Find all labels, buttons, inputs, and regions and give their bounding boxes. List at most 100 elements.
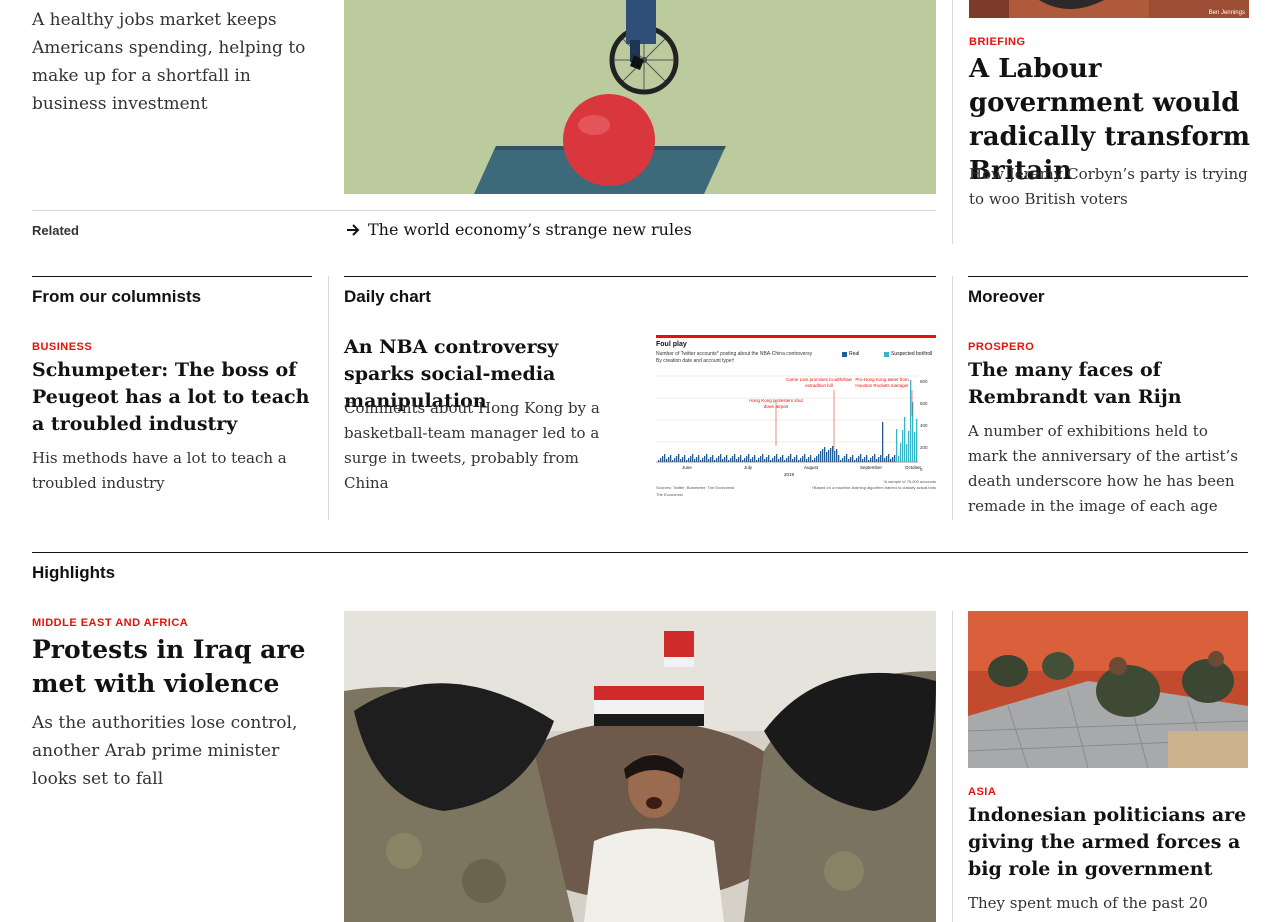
highlights-rule bbox=[32, 552, 1248, 553]
thumb-bar bbox=[754, 455, 756, 462]
thumb-bar bbox=[792, 459, 794, 462]
thumb-bar bbox=[764, 459, 766, 462]
thumb-bar bbox=[774, 456, 776, 462]
thumb-bar bbox=[900, 443, 902, 462]
y-tick: 400 bbox=[920, 423, 928, 428]
thumb-subtitle: Number of Twitter accounts* posting abou… bbox=[656, 351, 813, 357]
thumb-bar bbox=[852, 455, 854, 462]
thumb-bar bbox=[790, 454, 792, 462]
related-label: Related bbox=[32, 223, 79, 238]
thumb-bar bbox=[706, 454, 708, 462]
columnists-rule bbox=[32, 276, 312, 277]
columnists-rubric[interactable]: Business bbox=[32, 341, 92, 353]
thumb-bar bbox=[760, 456, 762, 462]
thumb-bar bbox=[708, 459, 710, 462]
related-link-text: The world economy’s strange new rules bbox=[368, 220, 692, 239]
thumb-bar bbox=[750, 459, 752, 462]
thumb-bar bbox=[872, 456, 874, 462]
highlights-left-headline[interactable]: Protests in Iraq are met with violence bbox=[32, 633, 312, 701]
thumb-bar bbox=[772, 458, 774, 462]
highlights-left-rubric[interactable]: Middle East and Africa bbox=[32, 617, 188, 629]
month-july: July bbox=[744, 465, 753, 470]
daily-chart-thumbnail[interactable]: Foul play Number of Twitter accounts* po… bbox=[656, 335, 936, 500]
thumb-bar bbox=[724, 457, 726, 462]
thumb-bar bbox=[686, 460, 688, 462]
thumb-bar bbox=[726, 455, 728, 462]
thumb-bar bbox=[830, 448, 832, 462]
thumb-bar bbox=[736, 459, 738, 462]
indonesia-illustration bbox=[968, 611, 1248, 768]
lead-article-image[interactable] bbox=[344, 0, 936, 194]
columnists-headline[interactable]: Schumpeter: The boss of Peugeot has a lo… bbox=[32, 357, 316, 438]
thumb-bar bbox=[728, 460, 730, 462]
thumb-bar bbox=[682, 457, 684, 462]
thumb-bar bbox=[794, 457, 796, 462]
thumb-bar bbox=[688, 458, 690, 462]
highlights-right-description[interactable]: They spent much of the past 20 years ada… bbox=[968, 891, 1248, 922]
daily-chart-rule bbox=[344, 276, 936, 277]
thumb-bar bbox=[658, 460, 660, 462]
highlights-section-title[interactable]: Highlights bbox=[32, 563, 115, 583]
thumb-bar bbox=[808, 457, 810, 462]
iraq-protest-illustration bbox=[344, 611, 936, 922]
highlights-left-description[interactable]: As the authorities lose control, another… bbox=[32, 709, 312, 793]
thumb-bar bbox=[738, 457, 740, 462]
thumb-bar bbox=[860, 454, 862, 462]
top-column-divider bbox=[952, 0, 953, 244]
briefing-description[interactable]: How Jeremy Corbyn’s party is trying to w… bbox=[969, 162, 1249, 212]
thumb-bar bbox=[848, 459, 850, 462]
thumb-bar bbox=[776, 454, 778, 462]
indonesia-photo[interactable] bbox=[968, 611, 1248, 768]
thumb-bar bbox=[694, 459, 696, 462]
related-link[interactable]: The world economy’s strange new rules bbox=[344, 220, 692, 239]
moreover-headline[interactable]: The many faces of Rembrandt van Rijn bbox=[968, 357, 1252, 411]
thumb-bar bbox=[806, 459, 808, 462]
highlights-right-rubric[interactable]: Asia bbox=[968, 786, 996, 798]
thumb-bar bbox=[664, 454, 666, 462]
thumb-bar bbox=[692, 454, 694, 462]
iraq-protest-photo[interactable] bbox=[344, 611, 936, 922]
thumb-bar bbox=[698, 455, 700, 462]
thumb-bar bbox=[870, 458, 872, 462]
thumb-bar bbox=[814, 458, 816, 462]
thumb-bar bbox=[684, 455, 686, 462]
thumb-bar bbox=[842, 458, 844, 462]
thumb-bar bbox=[732, 456, 734, 462]
columnists-section-title[interactable]: From our columnists bbox=[32, 287, 201, 307]
thumb-bar bbox=[882, 422, 884, 462]
thumb-bar bbox=[916, 419, 918, 462]
thumb-bar bbox=[700, 460, 702, 462]
moreover-section-title[interactable]: Moreover bbox=[968, 287, 1045, 307]
thumb-bar bbox=[854, 460, 856, 462]
thumb-bar bbox=[866, 455, 868, 462]
thumb-bar bbox=[902, 430, 904, 462]
moreover-rubric[interactable]: Prospero bbox=[968, 341, 1034, 353]
thumb-bar bbox=[838, 455, 840, 462]
columnists-description[interactable]: His methods have a lot to teach a troubl… bbox=[32, 446, 312, 496]
thumb-bar bbox=[826, 452, 828, 462]
thumb-bar bbox=[816, 456, 818, 462]
moreover-description[interactable]: A number of exhibitions held to mark the… bbox=[968, 419, 1248, 519]
thumb-bar bbox=[904, 417, 906, 462]
thumb-bar bbox=[716, 458, 718, 462]
thumb-bar bbox=[718, 456, 720, 462]
daily-chart-section-title[interactable]: Daily chart bbox=[344, 287, 431, 307]
annot-extradition: Carrie Lam promises to withdraw extradit… bbox=[786, 377, 852, 388]
thumb-bar bbox=[834, 451, 836, 462]
briefing-rubric[interactable]: Briefing bbox=[969, 36, 1026, 48]
thumb-bar bbox=[674, 458, 676, 462]
legend-real-label: Real bbox=[849, 351, 860, 357]
lead-article-description[interactable]: A healthy jobs market keeps Americans sp… bbox=[32, 6, 312, 118]
daily-chart-description[interactable]: Comments about Hong Kong by a basketball… bbox=[344, 396, 616, 496]
thumb-bar bbox=[820, 451, 822, 462]
highlights-right-headline[interactable]: Indonesian politicians are giving the ar… bbox=[968, 802, 1252, 883]
briefing-image[interactable]: Ben Jennings bbox=[969, 0, 1249, 18]
thumb-bar bbox=[846, 454, 848, 462]
thumb-bar bbox=[908, 431, 910, 462]
thumb-bar bbox=[722, 459, 724, 462]
thumb-bar bbox=[712, 455, 714, 462]
thumb-bar bbox=[744, 458, 746, 462]
year-label: 2019 bbox=[784, 472, 795, 477]
related-divider bbox=[32, 210, 936, 211]
thumb-bar bbox=[740, 455, 742, 462]
